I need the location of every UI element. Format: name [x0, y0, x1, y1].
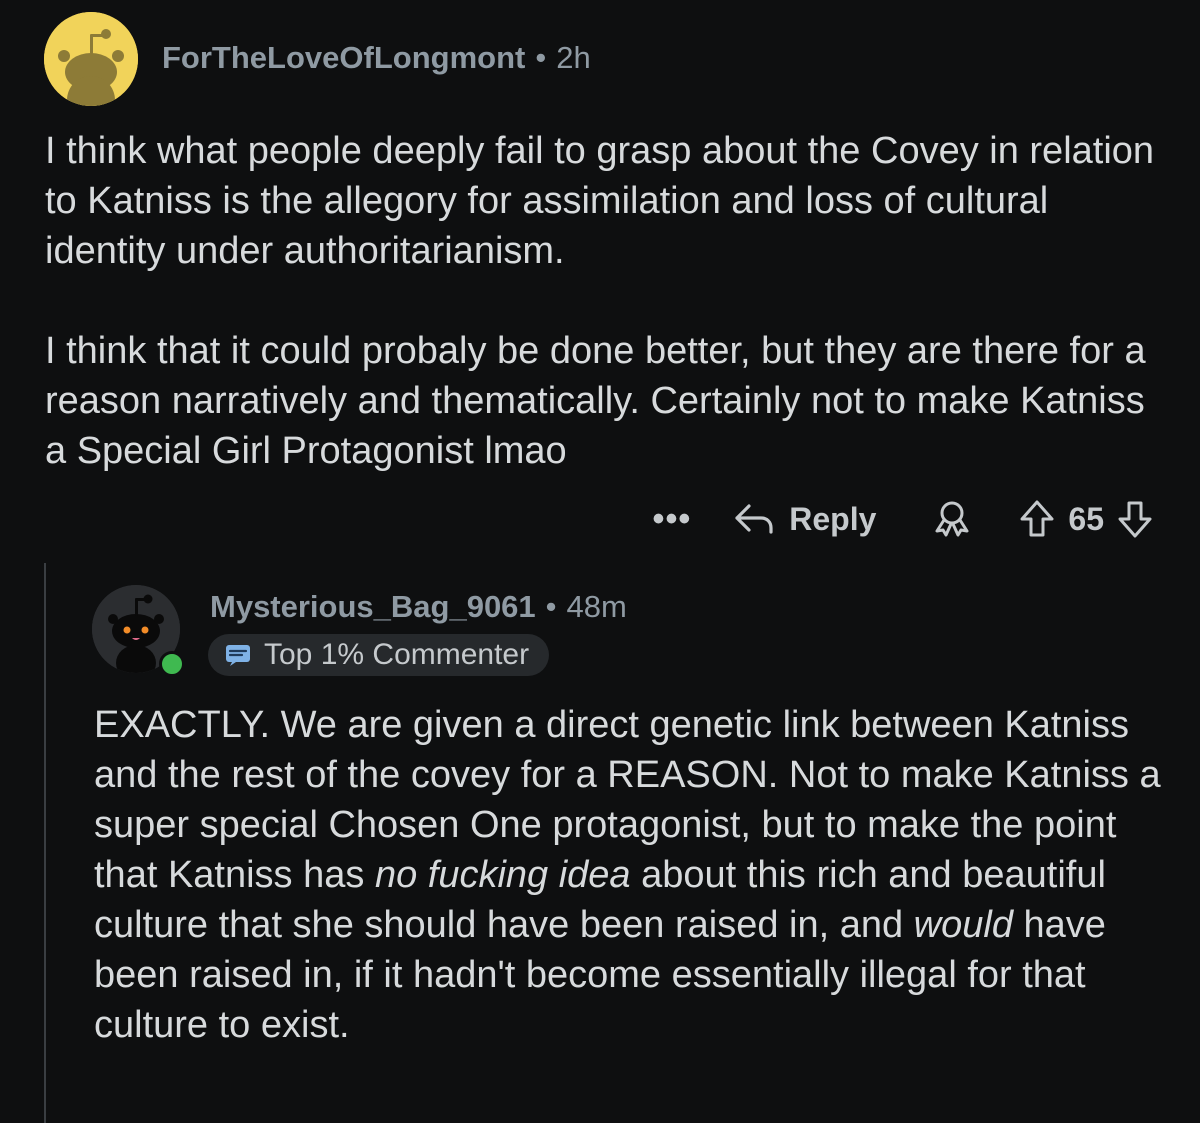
- meta-separator: •: [545, 589, 557, 624]
- reply-body: EXACTLY. We are given a direct genetic l…: [94, 700, 1174, 1050]
- reply-button[interactable]: Reply: [733, 501, 876, 538]
- reply-timestamp: 48m: [566, 589, 627, 624]
- comment-paragraph: I think what people deeply fail to grasp…: [45, 130, 1155, 272]
- comment-username[interactable]: ForTheLoveOfLongmont: [162, 40, 525, 75]
- user-flair-badge[interactable]: Top 1% Commenter: [208, 634, 550, 676]
- comment-action-bar: ••• Reply 65: [653, 494, 1154, 544]
- reply-text-emphasis: would: [913, 904, 1013, 946]
- reply-username[interactable]: Mysterious_Bag_9061: [210, 589, 536, 624]
- award-icon: [935, 501, 969, 537]
- meta-separator: •: [535, 40, 547, 75]
- vote-score: 65: [1068, 500, 1104, 537]
- more-options-button[interactable]: •••: [653, 502, 692, 536]
- vote-control: 65: [1018, 499, 1154, 539]
- downvote-icon[interactable]: [1116, 499, 1154, 539]
- reply-arrow-icon: [735, 504, 773, 534]
- comment-meta: ForTheLoveOfLongmont • 2h: [162, 40, 591, 76]
- comment-body: I think what people deeply fail to grasp…: [45, 126, 1175, 476]
- reply-label: Reply: [789, 500, 877, 537]
- reply-meta: Mysterious_Bag_9061 • 48m: [210, 589, 627, 625]
- thread-line[interactable]: [44, 563, 46, 1123]
- user-avatar[interactable]: [44, 12, 138, 106]
- flair-label: Top 1% Commenter: [264, 638, 530, 671]
- top-commenter-icon: [226, 645, 250, 666]
- online-status-indicator: [159, 651, 185, 677]
- comment-paragraph: I think that it could probaly be done be…: [45, 330, 1146, 472]
- reply-text-emphasis: no fucking idea: [374, 854, 631, 896]
- snoo-avatar-icon: [44, 12, 138, 106]
- award-button[interactable]: [932, 499, 972, 539]
- comment-timestamp: 2h: [556, 40, 591, 75]
- upvote-icon[interactable]: [1018, 499, 1056, 539]
